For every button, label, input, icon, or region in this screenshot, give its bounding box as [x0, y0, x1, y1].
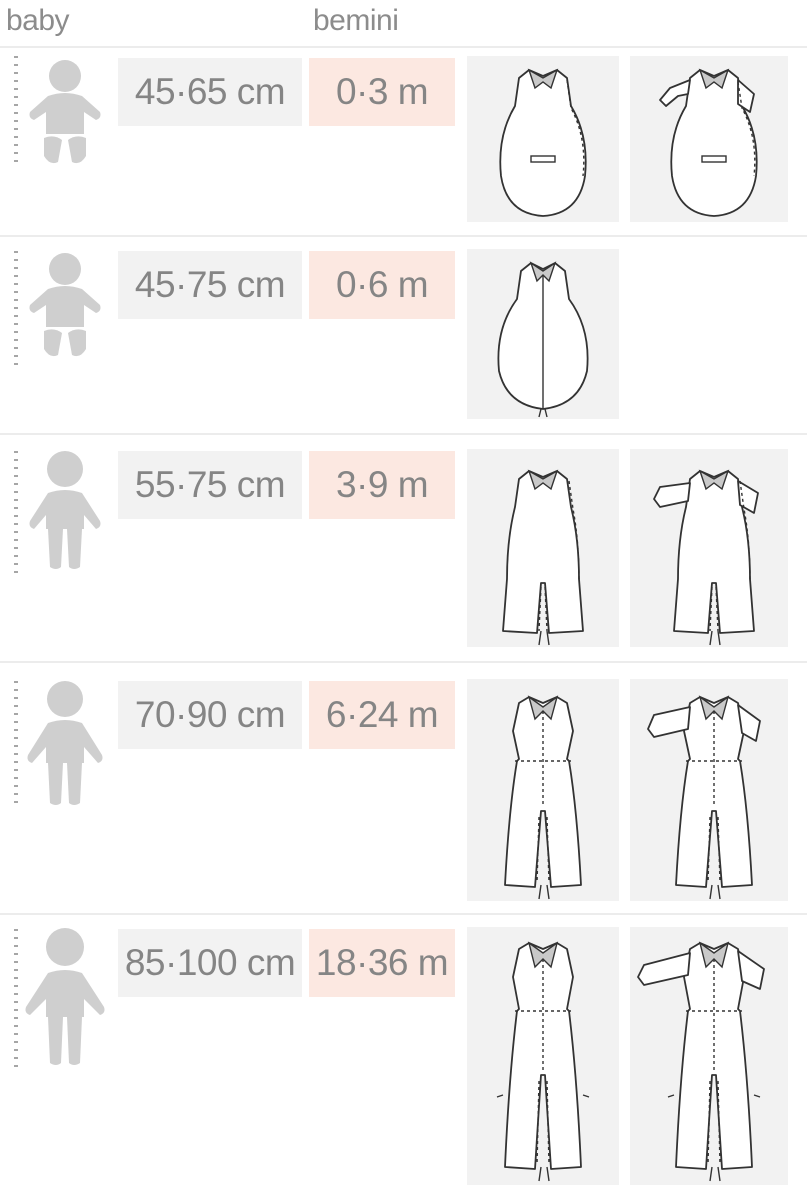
size-range: 70·90 cm	[118, 681, 302, 749]
child-figure-icon	[27, 681, 103, 805]
age-range: 6·24 m	[309, 681, 455, 749]
size-range: 85·100 cm	[118, 929, 302, 997]
sleeping-bag-legs-icon	[467, 449, 619, 647]
child-figure-icon	[25, 928, 105, 1065]
sleeping-bag-zip-icon	[467, 249, 619, 419]
sleeping-bag-legs-with-sleeves-icon	[630, 449, 788, 647]
header-baby: baby	[6, 4, 70, 37]
size-row: 85·100 cm 18·36 m	[0, 915, 807, 1200]
sleeping-suit-long-with-sleeves-icon	[630, 927, 788, 1185]
sleeping-suit-with-sleeves-icon	[630, 679, 788, 901]
infant-figure-icon	[29, 60, 101, 164]
size-range: 55·75 cm	[118, 451, 302, 519]
header-bemini: bemini	[313, 4, 399, 37]
height-ruler	[14, 251, 18, 369]
sleeping-suit-long-icon	[467, 927, 619, 1185]
size-row: 45·75 cm 0·6 m	[0, 237, 807, 433]
sleeping-bag-with-sleeves-icon	[630, 56, 788, 222]
size-row: 45·65 cm 0·3 m	[0, 48, 807, 234]
age-range: 3·9 m	[309, 451, 455, 519]
height-ruler	[14, 56, 18, 164]
height-ruler	[14, 929, 18, 1069]
size-range: 45·65 cm	[118, 58, 302, 126]
height-ruler	[14, 451, 18, 573]
size-range: 45·75 cm	[118, 251, 302, 319]
height-ruler	[14, 681, 18, 809]
infant-figure-icon	[29, 253, 101, 357]
size-row: 70·90 cm 6·24 m	[0, 663, 807, 913]
toddler-figure-icon	[29, 451, 101, 569]
sleeping-bag-icon	[467, 56, 619, 222]
sleeping-suit-icon	[467, 679, 619, 901]
age-range: 0·3 m	[309, 58, 455, 126]
age-range: 0·6 m	[309, 251, 455, 319]
age-range: 18·36 m	[309, 929, 455, 997]
size-row: 55·75 cm 3·9 m	[0, 435, 807, 661]
